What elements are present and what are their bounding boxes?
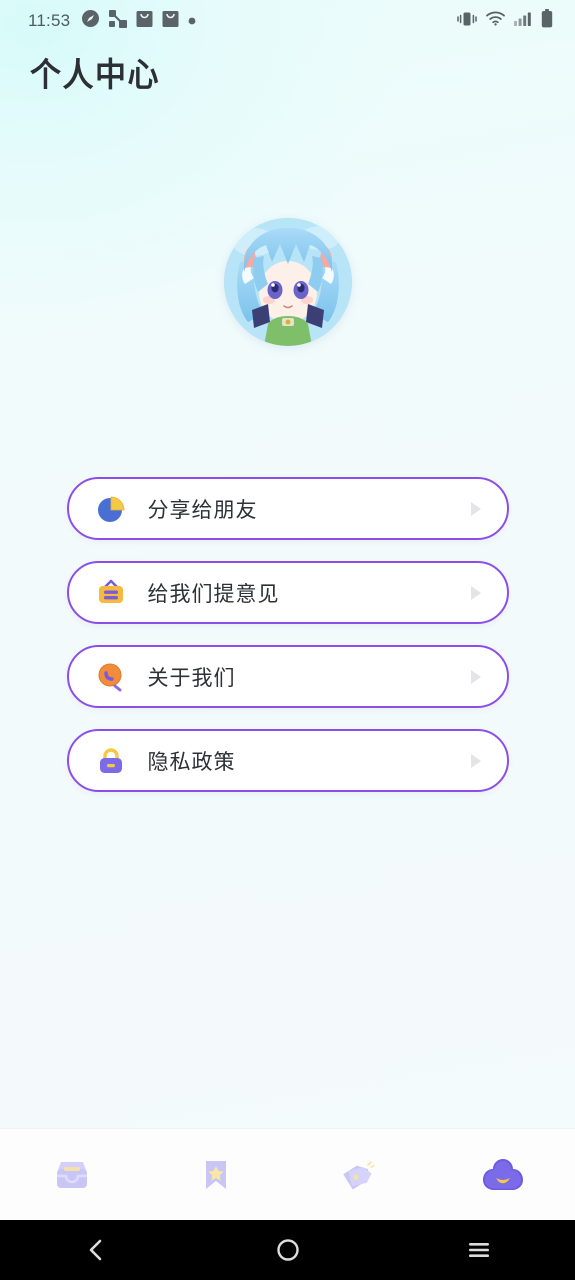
inbox-tray-icon [51, 1154, 93, 1196]
nav-back-button[interactable] [0, 1220, 192, 1280]
chevron-right-triangle-icon [467, 667, 485, 687]
chevron-right-triangle-icon [467, 583, 485, 603]
nav-home-button[interactable] [192, 1220, 384, 1280]
feedback-board-icon [94, 576, 128, 610]
page-title: 个人中心 [30, 56, 160, 95]
vibrate-icon [457, 11, 477, 32]
pie-chart-share-icon [94, 492, 128, 526]
bookmark-star-icon [195, 1154, 237, 1196]
battery-icon [541, 9, 553, 33]
avatar[interactable] [223, 218, 352, 346]
recents-menu-icon [466, 1239, 492, 1261]
chevron-right-triangle-icon [467, 499, 485, 519]
wifi-icon [486, 11, 505, 31]
settings-menu: 分享给朋友 给我们提意见 关于我们 隐私政策 [0, 477, 575, 813]
menu-item-privacy[interactable]: 隐私政策 [66, 729, 509, 792]
menu-item-about[interactable]: 关于我们 [66, 645, 509, 708]
tab-inbox[interactable] [0, 1129, 144, 1220]
menu-item-feedback[interactable]: 给我们提意见 [66, 561, 509, 624]
menu-item-label: 隐私政策 [147, 749, 236, 774]
lock-icon [94, 744, 128, 778]
android-nav-bar [0, 1220, 575, 1280]
app-screen: 11:53 个人中心 分享给朋友 给我们提意见 关于我们 隐私政策 [0, 0, 575, 1280]
status-bar: 11:53 [0, 0, 575, 42]
chevron-right-triangle-icon [467, 751, 485, 771]
price-tags-icon [338, 1154, 380, 1196]
bottom-tab-bar [0, 1128, 575, 1220]
home-circle-icon [275, 1237, 301, 1263]
menu-item-label: 给我们提意见 [147, 581, 280, 606]
status-bar-right [457, 9, 553, 33]
status-time: 11:53 [28, 11, 71, 30]
cloud-profile-icon [480, 1154, 526, 1196]
menu-item-label: 分享给朋友 [147, 497, 258, 522]
magnifier-circle-icon [94, 660, 128, 694]
nav-recents-button[interactable] [383, 1220, 575, 1280]
signal-icon [514, 11, 532, 31]
tab-tags[interactable] [288, 1129, 432, 1220]
shopping-bag-icon [162, 10, 179, 33]
menu-item-share[interactable]: 分享给朋友 [66, 477, 509, 540]
menu-item-label: 关于我们 [147, 665, 236, 690]
shopping-bag-icon [136, 10, 153, 33]
compass-icon [81, 9, 100, 33]
back-chevron-icon [85, 1237, 107, 1263]
share-network-icon [109, 9, 128, 33]
tab-profile[interactable] [431, 1129, 575, 1220]
dot-icon [188, 12, 196, 30]
status-bar-left: 11:53 [28, 9, 196, 33]
tab-favorites[interactable] [144, 1129, 288, 1220]
